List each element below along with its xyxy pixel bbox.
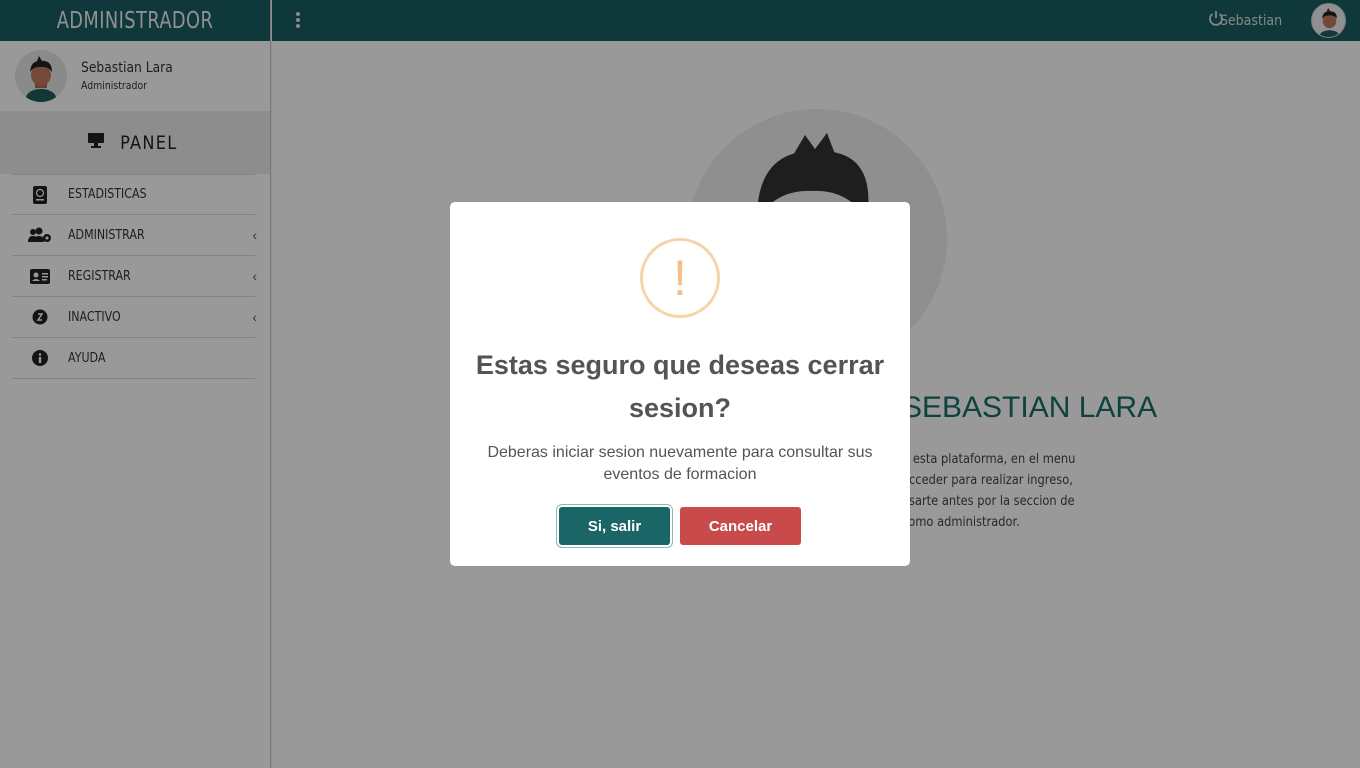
warning-icon: ! bbox=[640, 238, 720, 318]
dialog-title: Estas seguro que deseas cerrar sesion? bbox=[475, 350, 885, 423]
confirm-logout-button[interactable]: Si, salir bbox=[559, 507, 670, 545]
logout-confirm-dialog: ! Estas seguro que deseas cerrar sesion?… bbox=[450, 202, 910, 566]
dialog-text: Deberas iniciar sesion nuevamente para c… bbox=[487, 444, 873, 483]
cancel-button[interactable]: Cancelar bbox=[680, 507, 801, 545]
